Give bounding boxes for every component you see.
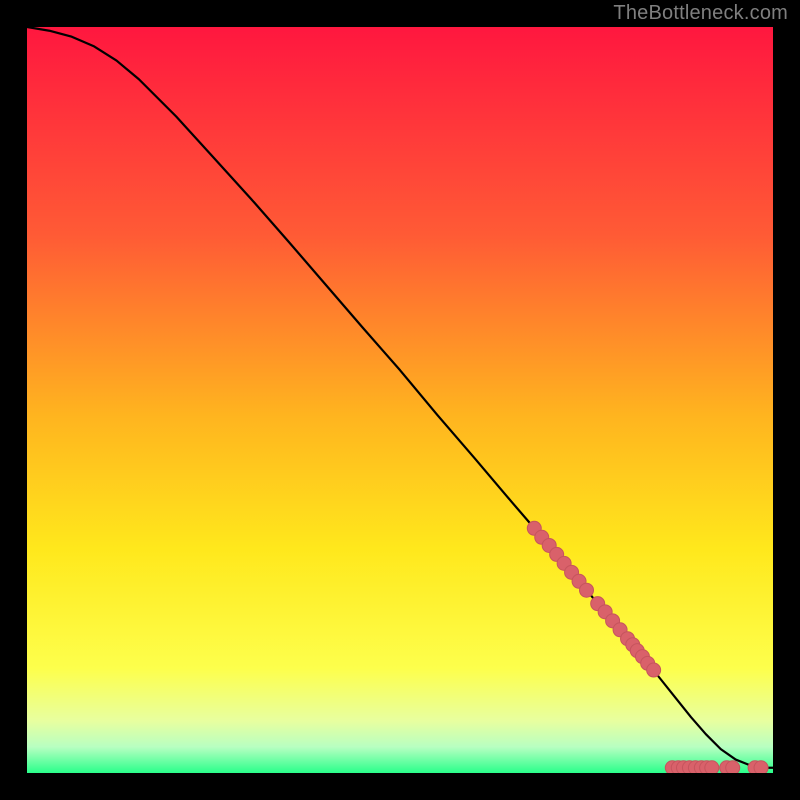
chart-frame: TheBottleneck.com — [0, 0, 800, 800]
plot-area — [27, 27, 773, 773]
gradient-background — [27, 27, 773, 773]
data-marker — [705, 761, 719, 773]
data-marker — [726, 761, 740, 773]
watermark-text: TheBottleneck.com — [613, 2, 788, 25]
data-marker — [754, 761, 768, 773]
data-marker — [647, 663, 661, 677]
chart-svg — [27, 27, 773, 773]
data-marker — [580, 583, 594, 597]
